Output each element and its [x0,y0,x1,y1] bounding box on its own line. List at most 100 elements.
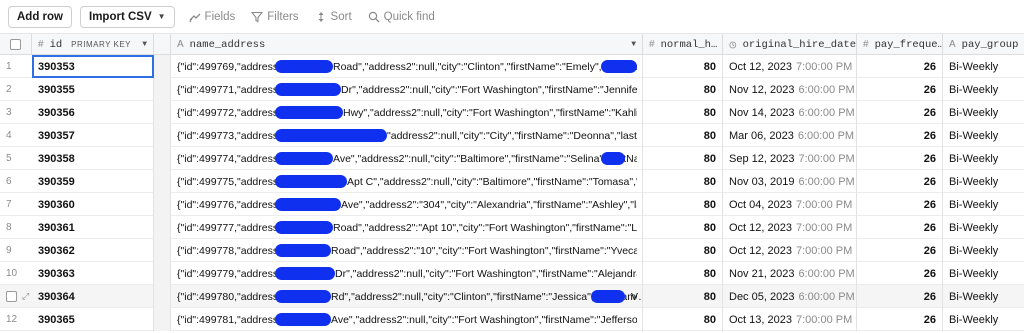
id-cell[interactable]: 390360 [32,193,154,216]
pay-group-cell[interactable]: Bi-Weekly [943,193,1024,216]
id-cell[interactable]: 390362 [32,239,154,262]
name-address-cell[interactable]: {"id":499777,"address1": Road","address2… [171,216,643,239]
table-row[interactable]: 8 390361 {"id":499777,"address1": Road",… [0,216,1024,239]
original-hire-date-cell[interactable]: Oct 04, 2023 7:00:00 PM [723,193,857,216]
quick-find-button[interactable]: Quick find [368,11,435,23]
name-address-cell[interactable]: {"id":499780,"address1": Rd","address2":… [171,285,643,308]
original-hire-date-cell[interactable]: Nov 21, 2023 6:00:00 PM [723,262,857,285]
pay-group-cell[interactable]: Bi-Weekly [943,285,1024,308]
pay-group-cell[interactable]: Bi-Weekly [943,78,1024,101]
normal-hours-cell[interactable]: 80 [643,239,723,262]
pay-frequency-cell[interactable]: 26 [857,308,943,331]
table-row[interactable]: 3 390356 {"id":499772,"address1": Hwy","… [0,101,1024,124]
normal-hours-cell[interactable]: 80 [643,308,723,331]
name-address-cell[interactable]: {"id":499769,"address1": Road","address2… [171,55,643,78]
pay-group-cell[interactable]: Bi-Weekly [943,124,1024,147]
table-row[interactable]: 2 390355 {"id":499771,"address1": Dr","a… [0,78,1024,101]
chevron-down-icon[interactable]: ▼ [142,40,147,49]
normal-hours-cell[interactable]: 80 [643,78,723,101]
id-cell[interactable]: 390358 [32,147,154,170]
column-header-id[interactable]: # id PRIMARY KEY ▼ [32,34,154,55]
name-address-cell[interactable]: {"id":499781,"address1": Ave","address2"… [171,308,643,331]
table-row[interactable]: 7 390360 {"id":499776,"address1": Ave","… [0,193,1024,216]
name-address-cell[interactable]: {"id":499772,"address1": Hwy","address2"… [171,101,643,124]
normal-hours-cell[interactable]: 80 [643,101,723,124]
original-hire-date-cell[interactable]: Sep 12, 2023 7:00:00 PM [723,147,857,170]
normal-hours-cell[interactable]: 80 [643,147,723,170]
column-header-normal-hours[interactable]: # normal_h… [643,34,723,55]
name-address-cell[interactable]: {"id":499779,"address1": Dr","address2":… [171,262,643,285]
table-row[interactable]: ⤢ 390364 {"id":499780,"address1": Rd","a… [0,285,1024,308]
name-address-cell[interactable]: {"id":499776,"address1": Ave","address2"… [171,193,643,216]
name-address-cell[interactable]: {"id":499778,"address1": Road","address2… [171,239,643,262]
table-row[interactable]: 9 390362 {"id":499778,"address1": Road",… [0,239,1024,262]
id-cell[interactable]: 390359 [32,170,154,193]
original-hire-date-cell[interactable]: Nov 12, 2023 6:00:00 PM [723,78,857,101]
id-cell[interactable]: 390353 [32,55,154,78]
sort-button[interactable]: Sort [315,11,352,23]
import-csv-button[interactable]: Import CSV ▼ [80,5,175,28]
original-hire-date-cell[interactable]: Dec 05, 2023 6:00:00 PM [723,285,857,308]
column-header-original-hire-date[interactable]: original_hire_date [723,34,857,55]
pay-frequency-cell[interactable]: 26 [857,101,943,124]
original-hire-date-cell[interactable]: Oct 13, 2023 7:00:00 PM [723,308,857,331]
id-cell[interactable]: 390357 [32,124,154,147]
pay-group-cell[interactable]: Bi-Weekly [943,147,1024,170]
id-cell[interactable]: 390356 [32,101,154,124]
id-cell[interactable]: 390355 [32,78,154,101]
column-header-pay-group[interactable]: A pay_group [943,34,1024,55]
pay-frequency-cell[interactable]: 26 [857,193,943,216]
original-hire-date-cell[interactable]: Nov 14, 2023 6:00:00 PM [723,101,857,124]
row-checkbox[interactable] [6,291,17,302]
pay-frequency-cell[interactable]: 26 [857,262,943,285]
pay-frequency-cell[interactable]: 26 [857,239,943,262]
normal-hours-cell[interactable]: 80 [643,170,723,193]
pay-frequency-cell[interactable]: 26 [857,124,943,147]
pay-group-cell[interactable]: Bi-Weekly [943,216,1024,239]
select-all-checkbox[interactable] [10,39,21,50]
pay-group-cell[interactable]: Bi-Weekly [943,308,1024,331]
table-row[interactable]: 12 390365 {"id":499781,"address1": Ave",… [0,308,1024,331]
pay-group-cell[interactable]: Bi-Weekly [943,101,1024,124]
original-hire-date-cell[interactable]: Oct 12, 2023 7:00:00 PM [723,216,857,239]
chevron-down-icon[interactable]: ▼ [631,40,636,49]
pay-group-cell[interactable]: Bi-Weekly [943,170,1024,193]
normal-hours-cell[interactable]: 80 [643,285,723,308]
original-hire-date-cell[interactable]: Mar 06, 2023 6:00:00 PM [723,124,857,147]
id-cell[interactable]: 390363 [32,262,154,285]
table-row[interactable]: 6 390359 {"id":499775,"address1": Apt C"… [0,170,1024,193]
table-row[interactable]: 1 390353 {"id":499769,"address1": Road",… [0,55,1024,78]
name-address-cell[interactable]: {"id":499774,"address1": Ave","address2"… [171,147,643,170]
normal-hours-cell[interactable]: 80 [643,124,723,147]
original-hire-date-cell[interactable]: Nov 03, 2019 6:00:00 PM [723,170,857,193]
pay-frequency-cell[interactable]: 26 [857,55,943,78]
pay-group-cell[interactable]: Bi-Weekly [943,239,1024,262]
original-hire-date-cell[interactable]: Oct 12, 2023 7:00:00 PM [723,55,857,78]
normal-hours-cell[interactable]: 80 [643,55,723,78]
original-hire-date-cell[interactable]: Oct 12, 2023 7:00:00 PM [723,239,857,262]
normal-hours-cell[interactable]: 80 [643,262,723,285]
name-address-cell[interactable]: {"id":499771,"address1": Dr","address2":… [171,78,643,101]
pay-frequency-cell[interactable]: 26 [857,170,943,193]
pay-frequency-cell[interactable]: 26 [857,147,943,170]
fields-button[interactable]: Fields [188,11,235,23]
pay-frequency-cell[interactable]: 26 [857,285,943,308]
normal-hours-cell[interactable]: 80 [643,216,723,239]
normal-hours-cell[interactable]: 80 [643,193,723,216]
table-row[interactable]: 4 390357 {"id":499773,"address1": "addre… [0,124,1024,147]
id-cell[interactable]: 390361 [32,216,154,239]
id-cell[interactable]: 390364 [32,285,154,308]
id-cell[interactable]: 390365 [32,308,154,331]
column-header-name-address[interactable]: A name_address ▼ [171,34,643,55]
name-address-cell[interactable]: {"id":499773,"address1": "address2":null… [171,124,643,147]
pay-frequency-cell[interactable]: 26 [857,216,943,239]
filters-button[interactable]: Filters [251,11,299,23]
pay-group-cell[interactable]: Bi-Weekly [943,262,1024,285]
table-row[interactable]: 5 390358 {"id":499774,"address1": Ave","… [0,147,1024,170]
add-row-button[interactable]: Add row [8,5,72,28]
pay-frequency-cell[interactable]: 26 [857,78,943,101]
column-header-pay-frequency[interactable]: # pay_freque… [857,34,943,55]
name-address-cell[interactable]: {"id":499775,"address1": Apt C","address… [171,170,643,193]
table-row[interactable]: 10 390363 {"id":499779,"address1": Dr","… [0,262,1024,285]
pay-group-cell[interactable]: Bi-Weekly [943,55,1024,78]
